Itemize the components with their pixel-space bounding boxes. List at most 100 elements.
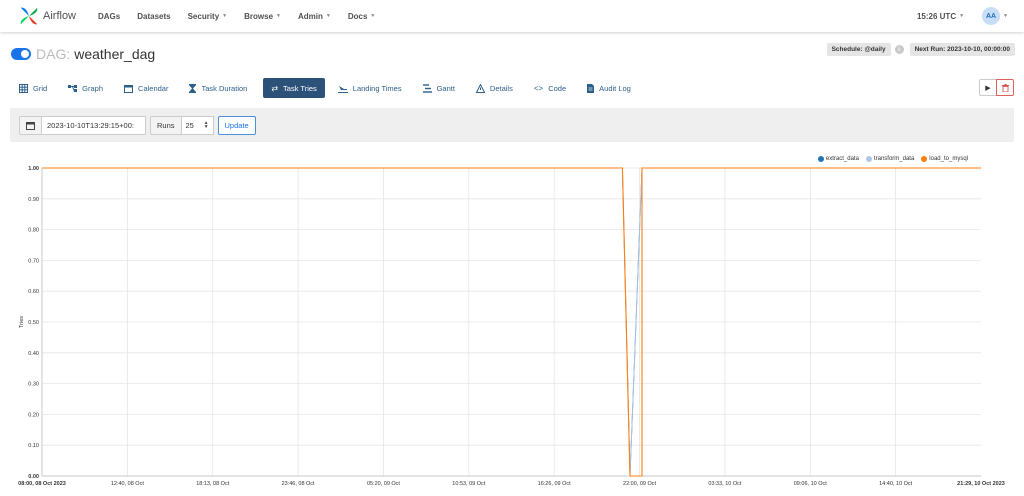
grid-icon [19,83,28,93]
trash-icon [1001,83,1009,92]
tab-task-duration[interactable]: Task Duration [184,78,255,98]
nav-item-label: Admin [297,11,323,21]
tab-landing-times[interactable]: Landing Times [333,78,410,98]
hourglass-icon [189,83,197,93]
dag-actions: ▶ [979,79,1014,96]
calendar-icon [124,84,134,93]
y-tick-label: 0.20 [28,412,39,418]
calendar-icon [26,121,35,130]
update-button[interactable]: Update [217,115,256,135]
y-tick-label: 0.50 [28,320,39,326]
tab-label: Task Duration [201,83,248,93]
tab-label: Landing Times [352,83,402,93]
runs-label: Runs [150,115,182,135]
nav-item-admin[interactable]: Admin ▼ [298,12,331,21]
nav-item-datasets[interactable]: Datasets [137,12,170,21]
timezone-dropdown[interactable]: 15:26 UTC ▼ [917,12,964,21]
nav-right: 15:26 UTC ▼ AA ▼ [917,7,1008,25]
datepicker-button[interactable] [19,115,42,135]
landing-icon [337,85,348,93]
tab-label: Code [548,83,567,93]
chevron-down-icon[interactable]: ▼ [1003,13,1008,19]
tab-calendar[interactable]: Calendar [119,78,176,98]
airflow-logo-icon [20,7,38,25]
y-tick-label: 0.30 [28,382,39,388]
delete-dag-button[interactable] [996,79,1014,96]
view-tabs: Grid Graph Calendar Task Duration ⇄ Task… [14,78,647,98]
next-run-badge: Next Run: 2023-10-10, 00:00:00 [909,43,1015,56]
chevron-down-icon: ▼ [276,13,281,19]
file-icon [587,83,595,93]
nav-item-browse[interactable]: Browse ▼ [244,12,281,21]
x-tick-label: 14:40, 10 Oct [879,481,912,487]
chevron-down-icon: ▼ [222,13,228,19]
tab-label: Audit Log [599,83,631,93]
dag-name: weather_dag [74,46,156,62]
info-icon[interactable]: i [894,45,904,54]
warning-icon [475,83,485,93]
tab-audit-log[interactable]: Audit Log [582,78,639,98]
y-tick-label: 0.40 [28,351,39,357]
updown-arrows-icon: ▲ ▼ [203,120,209,130]
runs-select[interactable]: 25 ▲ ▼ [181,115,214,135]
schedule-info: Schedule: @daily i Next Run: 2023-10-10,… [826,43,1015,56]
nav-item-label: Security [187,11,220,21]
nav-item-security[interactable]: Security ▼ [188,12,228,21]
task-tries-chart: 0.00 0.10 0.20 0.30 0.40 0.50 0.60 0.70 0.80 0.90… [18,166,1005,487]
tab-graph[interactable]: Graph [63,78,111,98]
x-tick-label: 22:00, 09 Oct [623,481,656,487]
tab-label: Task Tries [283,83,317,93]
tab-code[interactable]: <> Code [529,78,574,98]
tab-task-tries[interactable]: ⇄ Task Tries [263,78,325,98]
base-date-input[interactable] [42,115,146,135]
x-tick-label: 18:13, 08 Oct [196,481,229,487]
top-navbar: Airflow DAGs Datasets Security ▼ Browse ▼ … [0,0,1024,32]
x-tick-label: 05:20, 09 Oct [367,481,400,487]
tab-label: Graph [82,83,104,93]
y-tick-label: 1.00 [28,166,39,172]
x-tick-label: 08:00, 08 Oct 2023 [18,481,66,487]
nav-item-dags[interactable]: DAGs [98,12,120,21]
tab-gantt[interactable]: Gantt [418,78,463,98]
dag-title: DAG: weather_dag [11,46,155,62]
nav-item-label: Docs [347,11,368,21]
brand-link[interactable]: Airflow [18,5,98,27]
x-tick-label: 09:06, 10 Oct [794,481,827,487]
retry-icon: ⇄ [271,83,279,93]
x-tick-label: 16:26, 09 Oct [538,481,571,487]
clock-time: 15:26 UTC [916,11,957,21]
dag-pause-toggle[interactable] [11,48,31,60]
nav-item-label: DAGs [98,11,121,21]
schedule-badge: Schedule: @daily [826,43,891,56]
avatar[interactable]: AA [982,7,1001,25]
tab-label: Details [489,83,513,93]
tab-label: Gantt [436,83,455,93]
y-tick-label: 0.80 [28,228,39,234]
x-tick-label: 21:29, 10 Oct 2023 [957,481,1005,487]
graph-icon [68,84,78,92]
gantt-icon [422,83,432,93]
y-tick-label: 0.10 [28,443,39,449]
y-tick-label: 0.00 [28,474,39,480]
chevron-down-icon: ▼ [370,13,376,19]
tab-details[interactable]: Details [471,78,521,98]
nav-item-docs[interactable]: Docs ▼ [348,12,376,21]
code-icon: <> [533,83,544,93]
chevron-down-icon: ▼ [325,13,331,19]
y-tick-label: 0.60 [28,289,39,295]
nav-item-label: Browse [244,11,274,21]
nav-item-label: Datasets [137,11,171,21]
x-tick-label: 12:40, 08 Oct [111,481,144,487]
y-axis-label: Tries [19,316,25,328]
trigger-dag-button[interactable]: ▶ [979,79,997,96]
nav-menu: DAGs Datasets Security ▼ Browse ▼ Admin ▼ D… [98,12,392,21]
tab-grid[interactable]: Grid [14,78,55,98]
tab-label: Grid [33,83,48,93]
tab-label: Calendar [138,83,169,93]
y-tick-label: 0.90 [28,197,39,203]
x-tick-label: 23:46, 08 Oct [282,481,315,487]
runs-value: 25 [185,120,194,130]
dag-prefix: DAG: [36,46,71,62]
chevron-down-icon: ▼ [959,13,965,19]
filter-bar: Runs 25 ▲▼ Update [10,108,1014,142]
